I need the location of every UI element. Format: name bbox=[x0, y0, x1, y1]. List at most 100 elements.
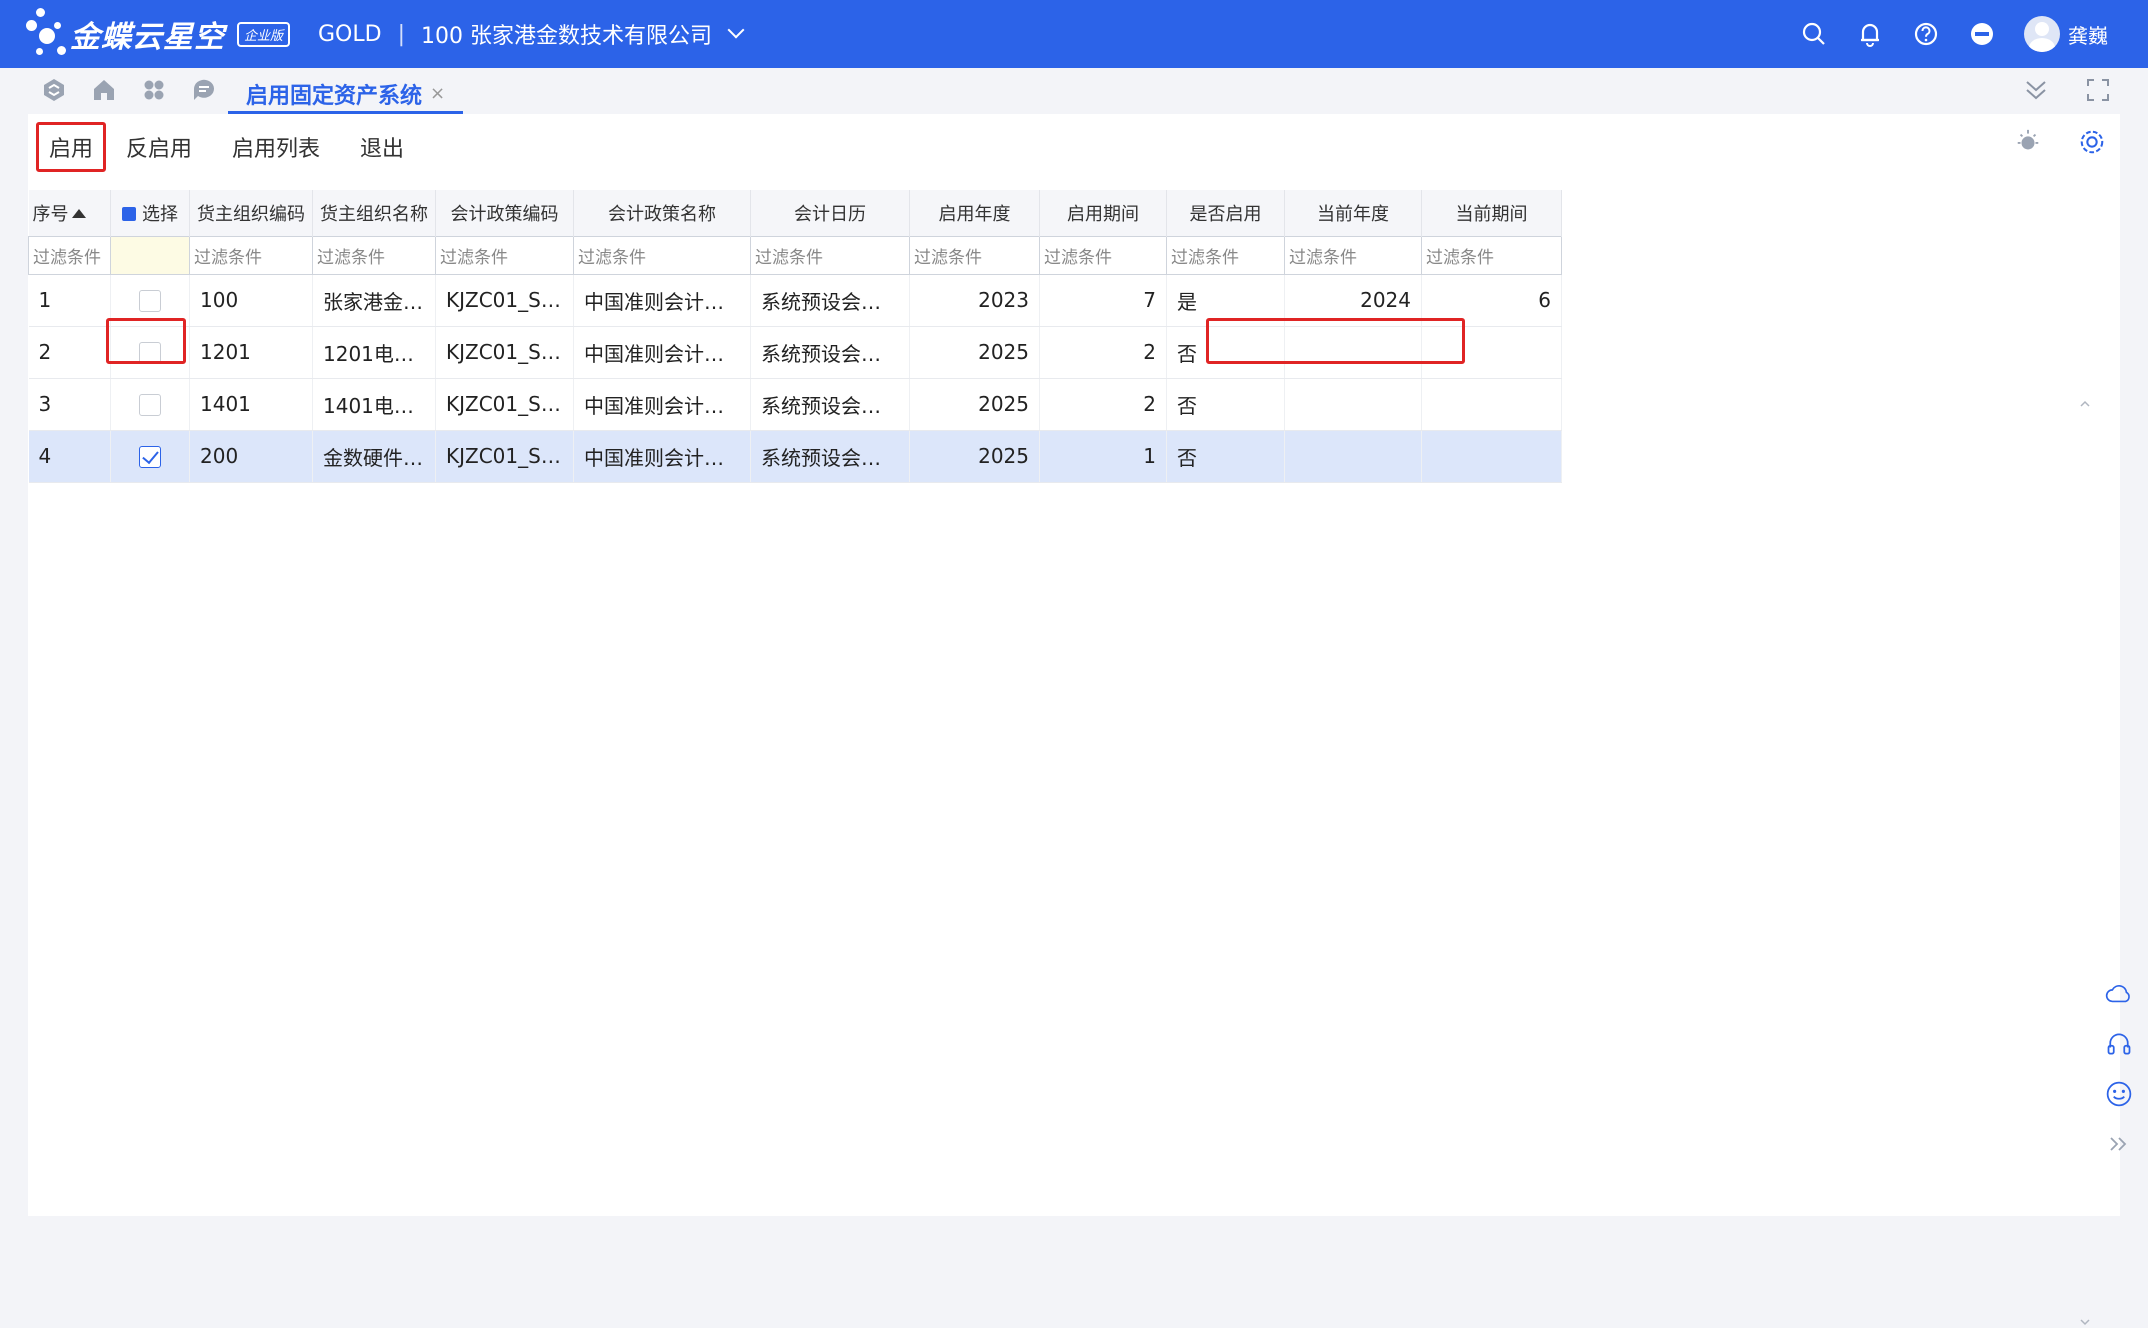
exit-button[interactable]: 退出 bbox=[340, 122, 424, 172]
vertical-scrollbar[interactable] bbox=[2078, 398, 2092, 1328]
cell-policy-name: 中国准则会计政策 bbox=[573, 326, 751, 379]
header-enabled[interactable]: 是否启用 bbox=[1166, 190, 1285, 236]
floating-tools bbox=[2090, 980, 2148, 1180]
org-name: 100 张家港金数技术有限公司 bbox=[420, 24, 712, 49]
minus-circle-icon[interactable] bbox=[1968, 20, 1996, 48]
header-start-year[interactable]: 启用年度 bbox=[909, 190, 1040, 236]
tab-enable-fixed-assets[interactable]: 启用固定资产系统 × bbox=[228, 76, 464, 114]
filter-org-name[interactable]: 过滤条件 bbox=[312, 235, 436, 275]
cell-policy-code: KJZC01_SYS bbox=[435, 378, 574, 431]
header-select[interactable]: 选择 bbox=[110, 190, 190, 236]
header-calendar[interactable]: 会计日历 bbox=[750, 190, 910, 236]
cell-enabled: 否 bbox=[1166, 326, 1285, 379]
cell-cur-year: 2024 bbox=[1284, 274, 1422, 327]
filter-start-period[interactable]: 过滤条件 bbox=[1039, 235, 1167, 275]
cell-select bbox=[110, 326, 190, 379]
cell-seq: 3 bbox=[28, 378, 111, 431]
smile-icon[interactable] bbox=[2105, 1080, 2133, 1108]
apps-grid-icon[interactable] bbox=[140, 76, 168, 104]
message-icon[interactable] bbox=[190, 76, 218, 104]
brand-logo[interactable]: 金蝶云星空 企业版 bbox=[22, 0, 291, 68]
filter-enabled[interactable]: 过滤条件 bbox=[1166, 235, 1285, 275]
cell-cur-period bbox=[1421, 430, 1562, 483]
separator: | bbox=[397, 21, 405, 47]
cell-start-year: 2023 bbox=[909, 274, 1040, 327]
cell-cur-year bbox=[1284, 378, 1422, 431]
enable-button[interactable]: 启用 bbox=[36, 122, 107, 172]
filter-cur-period[interactable]: 过滤条件 bbox=[1421, 235, 1562, 275]
filter-policy-name[interactable]: 过滤条件 bbox=[573, 235, 751, 275]
cell-start-year: 2025 bbox=[909, 326, 1040, 379]
bell-icon[interactable] bbox=[1856, 20, 1884, 48]
header-org-code[interactable]: 货主组织编码 bbox=[189, 190, 313, 236]
cell-enabled: 是 bbox=[1166, 274, 1285, 327]
header-seq[interactable]: 序号 bbox=[28, 190, 111, 236]
strip-actions bbox=[2022, 76, 2112, 104]
cell-policy-code: KJZC01_SYS bbox=[435, 326, 574, 379]
cell-org-name: 金数硬件采购公... bbox=[312, 430, 436, 483]
disable-button[interactable]: 反启用 bbox=[106, 122, 212, 172]
top-bar: 金蝶云星空 企业版 GOLD | 100 张家港金数技术有限公司 龚巍 bbox=[0, 0, 2148, 68]
table-row[interactable]: 3 14011401电子票据...KJZC01_SYS中国准则会计政策系统预设会计… bbox=[28, 378, 2101, 431]
filter-cur-year[interactable]: 过滤条件 bbox=[1284, 235, 1422, 275]
header-policy-code[interactable]: 会计政策编码 bbox=[435, 190, 574, 236]
cell-policy-name: 中国准则会计政策 bbox=[573, 274, 751, 327]
header-start-period[interactable]: 启用期间 bbox=[1039, 190, 1167, 236]
headset-icon[interactable] bbox=[2105, 1030, 2133, 1058]
table-row[interactable]: 2 12011201电子票据...KJZC01_SYS中国准则会计政策系统预设会计… bbox=[28, 326, 2101, 379]
cell-policy-code: KJZC01_SYS bbox=[435, 274, 574, 327]
row-spacer bbox=[1561, 326, 2101, 378]
logo-mark-icon[interactable] bbox=[40, 76, 68, 104]
cell-seq: 1 bbox=[28, 274, 111, 327]
cell-start-period: 7 bbox=[1039, 274, 1167, 327]
row-spacer bbox=[1561, 274, 2101, 326]
filter-select bbox=[110, 235, 190, 275]
double-chevron-down-icon[interactable] bbox=[2022, 76, 2050, 104]
row-checkbox[interactable] bbox=[139, 446, 161, 469]
user-menu[interactable]: 龚巍 bbox=[2024, 16, 2108, 52]
cell-enabled: 否 bbox=[1166, 430, 1285, 483]
enable-list-button[interactable]: 启用列表 bbox=[212, 122, 340, 172]
header-policy-name[interactable]: 会计政策名称 bbox=[573, 190, 751, 236]
select-all-checkbox[interactable] bbox=[122, 206, 136, 221]
table-row[interactable]: 4 200金数硬件采购公...KJZC01_SYS中国准则会计政策系统预设会计日历… bbox=[28, 430, 2101, 483]
search-icon[interactable] bbox=[1800, 20, 1828, 48]
close-icon[interactable]: × bbox=[430, 83, 445, 104]
cell-org-name: 1201电子票据... bbox=[312, 326, 436, 379]
cell-cur-year bbox=[1284, 326, 1422, 379]
table-row[interactable]: 1 100张家港金数技术...KJZC01_SYS中国准则会计政策系统预设会计日历… bbox=[28, 274, 2101, 327]
cell-org-name: 1401电子票据... bbox=[312, 378, 436, 431]
cell-org-code: 1401 bbox=[189, 378, 313, 431]
data-grid: 序号 选择 货主组织编码 货主组织名称 会计政策编码 会计政策名称 会计日历 启… bbox=[28, 190, 2101, 483]
filter-start-year[interactable]: 过滤条件 bbox=[909, 235, 1040, 275]
header-cur-period[interactable]: 当前期间 bbox=[1421, 190, 1562, 236]
fullscreen-icon[interactable] bbox=[2084, 76, 2112, 104]
filter-calendar[interactable]: 过滤条件 bbox=[750, 235, 910, 275]
collapse-right-icon[interactable] bbox=[2105, 1130, 2133, 1158]
cell-start-period: 2 bbox=[1039, 326, 1167, 379]
help-icon[interactable] bbox=[1912, 20, 1940, 48]
filter-org-code[interactable]: 过滤条件 bbox=[189, 235, 313, 275]
org-switcher[interactable]: GOLD | 100 张家港金数技术有限公司 bbox=[318, 0, 745, 68]
settings-gear-icon[interactable] bbox=[2078, 128, 2106, 156]
row-spacer bbox=[1561, 430, 2101, 482]
chevron-down-icon[interactable] bbox=[727, 21, 745, 39]
header-org-name[interactable]: 货主组织名称 bbox=[312, 190, 436, 236]
row-checkbox[interactable] bbox=[139, 342, 161, 365]
bulb-icon[interactable] bbox=[2014, 128, 2042, 156]
filter-seq[interactable]: 过滤条件 bbox=[28, 235, 111, 275]
cell-org-code: 200 bbox=[189, 430, 313, 483]
brand-name: 金蝶云星空 bbox=[70, 20, 225, 55]
sort-asc-icon[interactable] bbox=[71, 208, 86, 218]
user-name: 龚巍 bbox=[2068, 23, 2108, 48]
cloud-icon[interactable] bbox=[2105, 980, 2133, 1008]
cell-calendar: 系统预设会计日历 bbox=[750, 430, 910, 483]
header-cur-year[interactable]: 当前年度 bbox=[1284, 190, 1422, 236]
home-icon[interactable] bbox=[90, 76, 118, 104]
row-checkbox[interactable] bbox=[139, 394, 161, 417]
cell-start-year: 2025 bbox=[909, 430, 1040, 483]
cell-select bbox=[110, 274, 190, 327]
filter-policy-code[interactable]: 过滤条件 bbox=[435, 235, 574, 275]
row-checkbox[interactable] bbox=[139, 290, 161, 313]
cell-org-code: 1201 bbox=[189, 326, 313, 379]
